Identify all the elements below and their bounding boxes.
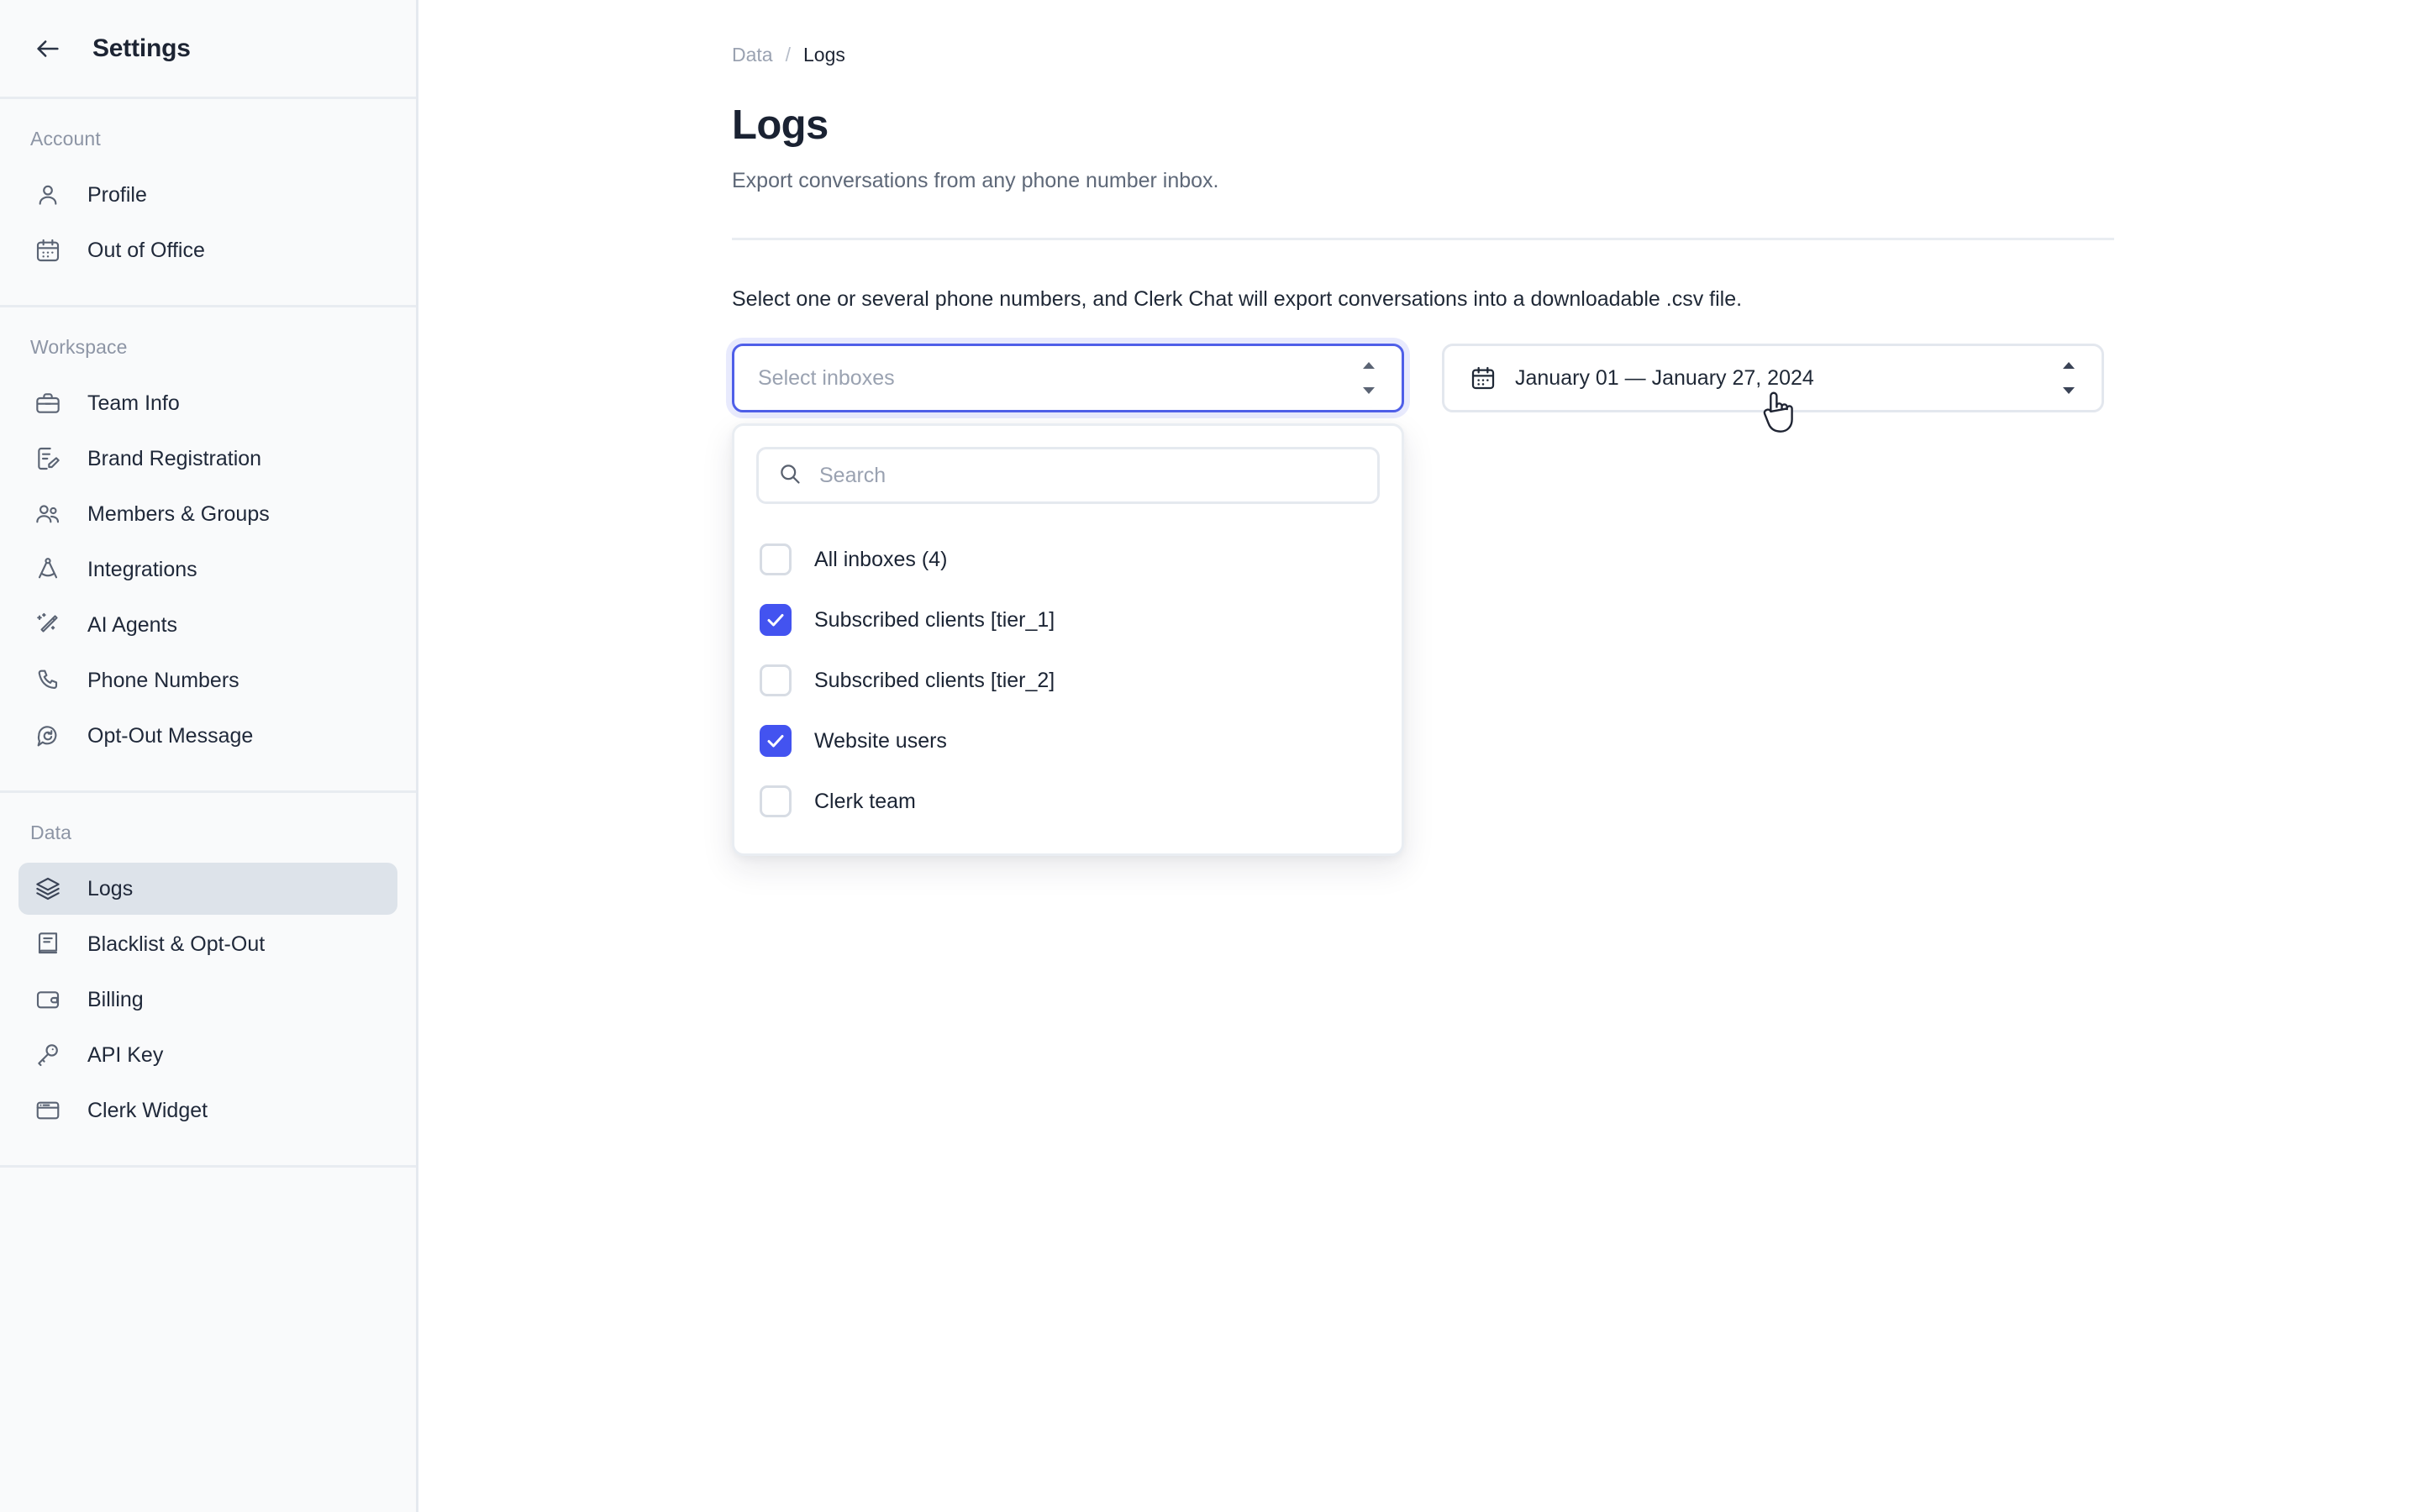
sidebar-item-label: Integrations bbox=[87, 557, 197, 581]
compass-icon bbox=[32, 554, 64, 585]
inbox-option-website-users[interactable]: Website users bbox=[756, 711, 1380, 771]
inbox-option-label: Subscribed clients [tier_2] bbox=[814, 668, 1055, 692]
search-field[interactable] bbox=[756, 447, 1380, 504]
inbox-option-tier-2[interactable]: Subscribed clients [tier_2] bbox=[756, 650, 1380, 711]
sidebar-group-data: Data Logs Blacklist & Opt-Out Billing AP… bbox=[0, 793, 416, 1168]
instruction-text: Select one or several phone numbers, and… bbox=[732, 287, 1743, 311]
sidebar-filler bbox=[0, 1168, 416, 1512]
book-icon bbox=[32, 928, 64, 960]
sidebar-header: Settings bbox=[0, 0, 416, 99]
date-range-value: January 01 — January 27, 2024 bbox=[1515, 365, 1814, 390]
sidebar-item-label: Billing bbox=[87, 987, 144, 1011]
sidebar-item-api-key[interactable]: API Key bbox=[18, 1029, 397, 1081]
inbox-option-list: All inboxes (4) Subscribed clients [tier… bbox=[756, 529, 1380, 832]
layers-icon bbox=[32, 873, 64, 905]
sidebar-item-label: Blacklist & Opt-Out bbox=[87, 932, 266, 956]
user-icon bbox=[32, 179, 64, 211]
sidebar-item-members-groups[interactable]: Members & Groups bbox=[18, 488, 397, 540]
chat-refresh-icon bbox=[32, 720, 64, 752]
wallet-icon bbox=[32, 984, 64, 1016]
users-icon bbox=[32, 498, 64, 530]
sidebar-item-label: Out of Office bbox=[87, 238, 205, 262]
sidebar-item-logs[interactable]: Logs bbox=[18, 863, 397, 915]
sidebar-item-opt-out-message[interactable]: Opt-Out Message bbox=[18, 710, 397, 762]
sidebar-item-profile[interactable]: Profile bbox=[18, 169, 397, 221]
sidebar-item-label: Phone Numbers bbox=[87, 668, 239, 692]
sidebar-group-label-data: Data bbox=[30, 822, 71, 843]
export-controls: Select inboxes Search All inboxes (4) Su… bbox=[732, 344, 2420, 856]
main-content: Data / Logs Logs Export conversations fr… bbox=[418, 0, 2420, 1512]
stepper-updown-icon[interactable] bbox=[2058, 361, 2080, 395]
sidebar-item-label: Profile bbox=[87, 182, 147, 207]
inbox-select-placeholder: Select inboxes bbox=[758, 365, 895, 390]
sidebar-item-billing[interactable]: Billing bbox=[18, 974, 397, 1026]
inbox-option-label: Subscribed clients [tier_1] bbox=[814, 607, 1055, 632]
inbox-option-clerk-team[interactable]: Clerk team bbox=[756, 771, 1380, 832]
sidebar-item-label: Team Info bbox=[87, 391, 180, 415]
sidebar-item-label: AI Agents bbox=[87, 612, 178, 637]
inbox-option-label: All inboxes (4) bbox=[814, 547, 948, 571]
window-icon bbox=[32, 1095, 64, 1126]
sidebar-group-label-workspace: Workspace bbox=[30, 336, 128, 358]
inbox-select-wrapper: Select inboxes Search All inboxes (4) Su… bbox=[732, 344, 1404, 856]
inbox-select[interactable]: Select inboxes bbox=[732, 344, 1404, 412]
inbox-option-label: Clerk team bbox=[814, 789, 916, 813]
sidebar-group-account: Account Profile Out of Office bbox=[0, 99, 416, 307]
date-range-select[interactable]: January 01 — January 27, 2024 bbox=[1442, 344, 2104, 412]
phone-icon bbox=[32, 664, 64, 696]
key-icon bbox=[32, 1039, 64, 1071]
sidebar-item-phone-numbers[interactable]: Phone Numbers bbox=[18, 654, 397, 706]
sidebar-item-label: Opt-Out Message bbox=[87, 723, 254, 748]
magic-wand-icon bbox=[32, 609, 64, 641]
sidebar-item-label: Brand Registration bbox=[87, 446, 262, 470]
search-icon bbox=[777, 461, 802, 491]
inbox-option-tier-1[interactable]: Subscribed clients [tier_1] bbox=[756, 590, 1380, 650]
breadcrumb-separator: / bbox=[785, 44, 791, 66]
sidebar-item-out-of-office[interactable]: Out of Office bbox=[18, 224, 397, 276]
inbox-dropdown-panel: All inboxes (4) Subscribed clients [tier… bbox=[732, 423, 1404, 856]
stepper-updown-icon[interactable] bbox=[1358, 361, 1380, 395]
back-button[interactable] bbox=[29, 29, 67, 68]
page-title: Logs bbox=[732, 102, 829, 148]
checkbox-unchecked-icon[interactable] bbox=[760, 785, 792, 817]
calendar-icon bbox=[1470, 365, 1497, 391]
checkbox-unchecked-icon[interactable] bbox=[760, 543, 792, 575]
app-root: Settings Account Profile Out of Office W… bbox=[0, 0, 2420, 1512]
sidebar-item-label: API Key bbox=[87, 1042, 164, 1067]
sidebar-item-clerk-widget[interactable]: Clerk Widget bbox=[18, 1084, 397, 1137]
sidebar-item-label: Logs bbox=[87, 876, 134, 900]
breadcrumb-current[interactable]: Logs bbox=[803, 44, 845, 66]
section-divider bbox=[732, 238, 2114, 240]
breadcrumb: Data / Logs bbox=[732, 44, 2420, 66]
sidebar-item-integrations[interactable]: Integrations bbox=[18, 543, 397, 596]
sidebar-group-label-account: Account bbox=[30, 128, 101, 150]
sidebar-item-label: Members & Groups bbox=[87, 501, 270, 526]
sidebar-item-team-info[interactable]: Team Info bbox=[18, 377, 397, 429]
briefcase-icon bbox=[32, 387, 64, 419]
checkbox-unchecked-icon[interactable] bbox=[760, 664, 792, 696]
breadcrumb-root[interactable]: Data bbox=[732, 44, 773, 66]
page-subtitle: Export conversations from any phone numb… bbox=[732, 169, 1219, 192]
checkbox-checked-icon[interactable] bbox=[760, 725, 792, 757]
sidebar-title: Settings bbox=[92, 34, 191, 62]
sidebar-item-brand-registration[interactable]: Brand Registration bbox=[18, 433, 397, 485]
inbox-option-all-inboxes[interactable]: All inboxes (4) bbox=[756, 529, 1380, 590]
search-input[interactable] bbox=[819, 463, 1360, 488]
arrow-left-icon bbox=[34, 34, 62, 63]
inbox-option-label: Website users bbox=[814, 728, 947, 753]
document-edit-icon bbox=[32, 443, 64, 475]
sidebar-item-ai-agents[interactable]: AI Agents bbox=[18, 599, 397, 651]
checkbox-checked-icon[interactable] bbox=[760, 604, 792, 636]
calendar-icon bbox=[32, 234, 64, 266]
sidebar-item-blacklist-opt-out[interactable]: Blacklist & Opt-Out bbox=[18, 918, 397, 970]
sidebar-group-workspace: Workspace Team Info Brand Registration M… bbox=[0, 307, 416, 793]
settings-sidebar: Settings Account Profile Out of Office W… bbox=[0, 0, 418, 1512]
sidebar-item-label: Clerk Widget bbox=[87, 1098, 208, 1122]
